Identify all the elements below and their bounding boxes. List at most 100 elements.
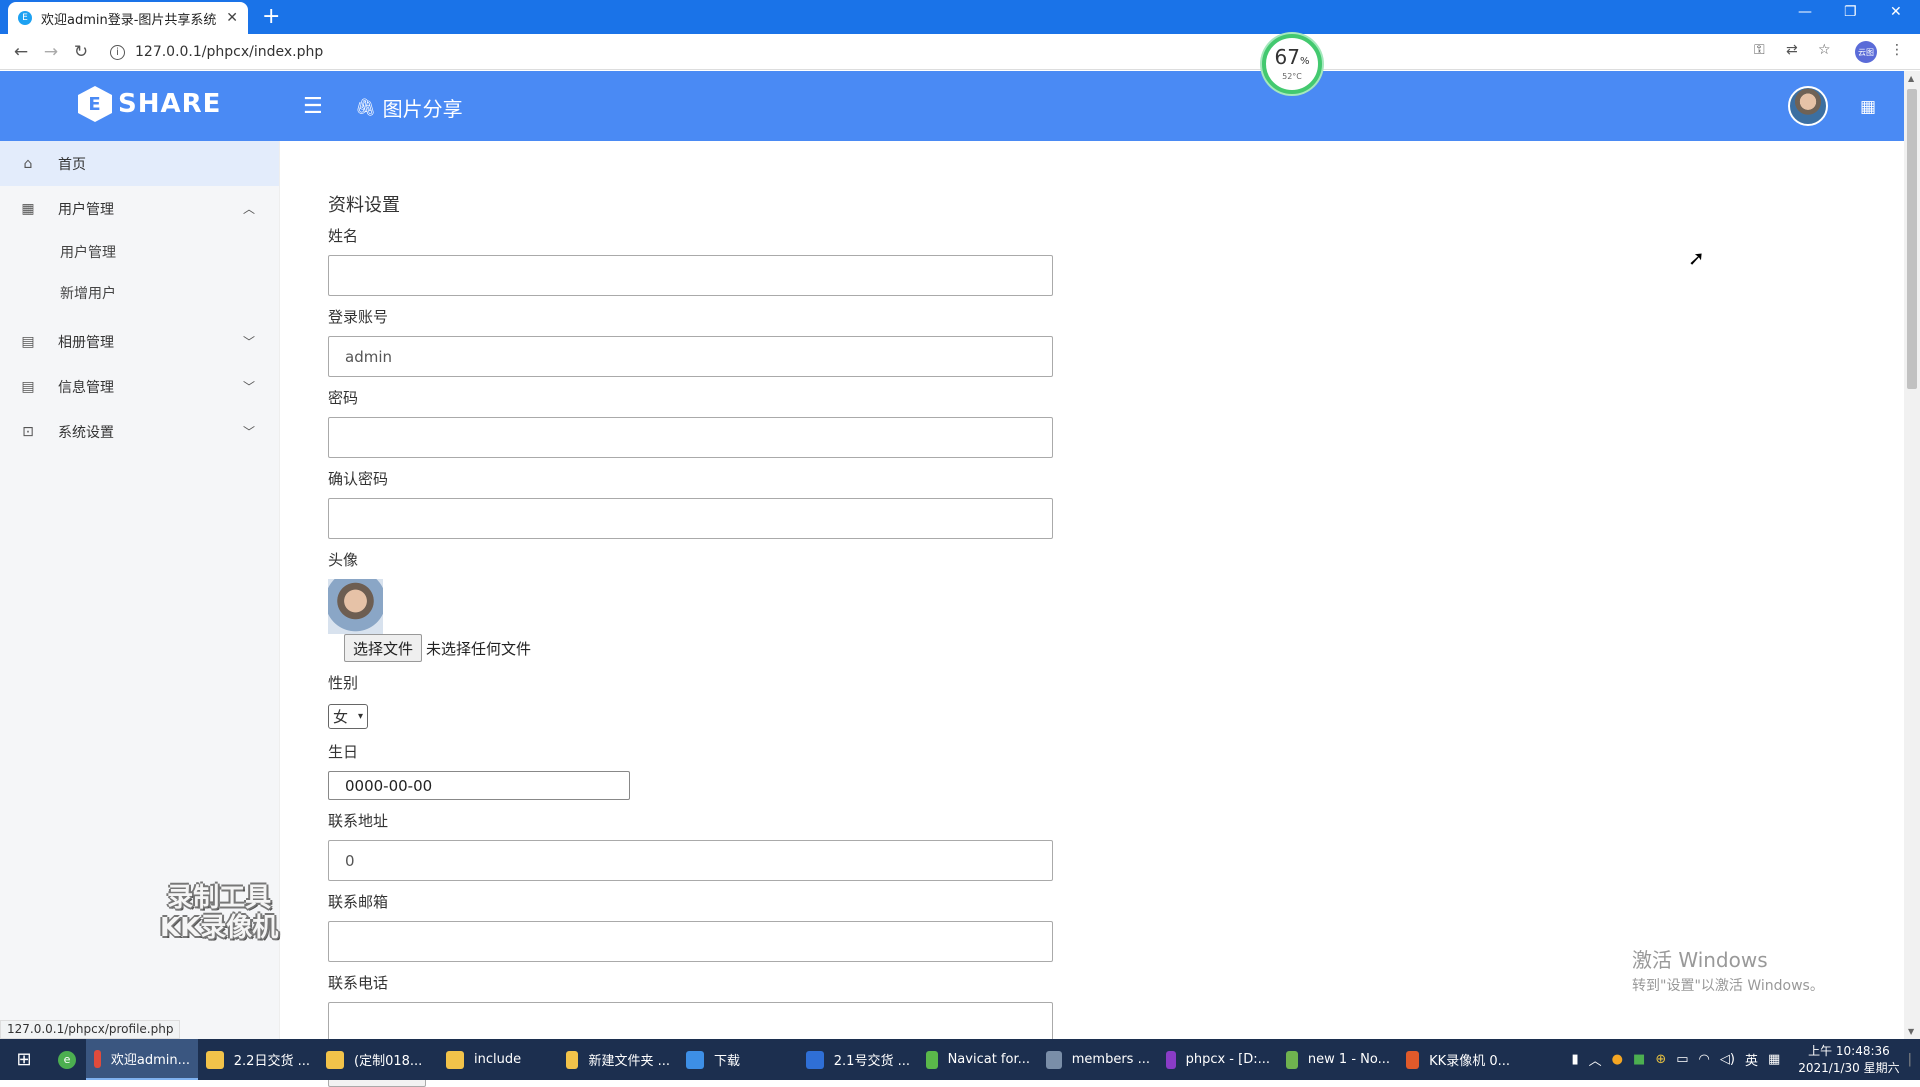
taskbar-item[interactable]: 2.2日交货 ... <box>198 1039 318 1080</box>
tray-plus-icon[interactable]: ⊕ <box>1655 1052 1666 1067</box>
bookmark-star-icon[interactable]: ☆ <box>1818 42 1831 58</box>
apps-grid-icon[interactable]: ▦ <box>1860 97 1876 117</box>
sidebar-item-label: 用户管理 <box>58 201 114 218</box>
taskbar-item-label: phpcx - [D:... <box>1185 1052 1270 1067</box>
site-info-icon[interactable]: i <box>110 44 125 60</box>
gender-select[interactable]: 女 ▾ <box>328 704 368 729</box>
scroll-up-icon[interactable]: ▲ <box>1908 74 1914 83</box>
taskbar-item[interactable]: Navicat for... <box>918 1039 1038 1080</box>
taskbar-item[interactable]: 欢迎admin... <box>86 1039 198 1080</box>
ime-indicator[interactable]: 英 <box>1745 1050 1758 1069</box>
tray-security-icon[interactable]: ■ <box>1633 1052 1645 1067</box>
wifi-icon[interactable]: ◠ <box>1699 1052 1710 1067</box>
sidebar-item-home[interactable]: ⌂ 首页 <box>0 141 279 186</box>
taskbar-item[interactable]: 2.1号交货 ... <box>798 1039 918 1080</box>
taskbar-clock[interactable]: 上午 10:48:36 2021/1/30 星期六 <box>1798 1043 1899 1077</box>
browser-profile-avatar[interactable]: 云图 <box>1855 41 1877 63</box>
sidebar-subitem-add-user[interactable]: 新增用户 <box>0 272 279 313</box>
confirm-password-field[interactable] <box>328 498 1053 539</box>
chevron-down-icon: ﹀ <box>242 425 255 439</box>
sidebar-item-label: 相册管理 <box>58 334 114 351</box>
key-icon[interactable]: ⚿ <box>1754 42 1765 58</box>
phone-field[interactable] <box>328 1002 1053 1043</box>
new-tab-icon[interactable]: + <box>262 4 280 29</box>
header-title-text: 图片分享 <box>382 97 463 121</box>
address-label: 联系地址 <box>328 812 389 830</box>
tab-close-icon[interactable]: ✕ <box>226 10 238 26</box>
app-logo[interactable]: E SHARE <box>78 86 221 122</box>
sidebar-subitem-user-list[interactable]: 用户管理 <box>0 231 279 272</box>
keyboard-icon[interactable]: ▦ <box>1768 1052 1780 1067</box>
battery-icon[interactable]: ▮ <box>1572 1052 1579 1067</box>
scroll-down-icon[interactable]: ▼ <box>1908 1027 1914 1036</box>
taskbar-item-label: (定制018... <box>354 1054 423 1069</box>
hamburger-menu-icon[interactable]: ☰ <box>303 94 323 119</box>
user-avatar[interactable] <box>1788 86 1828 126</box>
browser-tab[interactable]: E 欢迎admin登录-图片共享系统 ✕ <box>8 2 248 34</box>
tray-app-icon[interactable]: ● <box>1612 1052 1623 1067</box>
taskbar-app-icon <box>926 1050 938 1069</box>
translate-icon[interactable]: ⇄ <box>1786 42 1798 58</box>
chevron-down-icon: ▾ <box>357 711 363 722</box>
system-tray: ▮ ︿ ● ■ ⊕ ▭ ◠ ◁) 英 ▦ 上午 10:48:36 2021/1/… <box>1572 1039 1913 1080</box>
restore-icon[interactable]: ❐ <box>1844 4 1857 20</box>
mouse-cursor-icon: ➚ <box>1688 246 1705 270</box>
taskbar-item[interactable]: 新建文件夹 ... <box>558 1039 678 1080</box>
taskbar-item[interactable]: KK录像机 0... <box>1398 1039 1518 1080</box>
reload-icon[interactable]: ↻ <box>66 42 96 62</box>
scrollbar-thumb[interactable] <box>1907 89 1917 389</box>
clock-date: 2021/1/30 星期六 <box>1798 1060 1900 1075</box>
back-icon[interactable]: ← <box>6 42 36 62</box>
home-icon: ⌂ <box>23 155 33 172</box>
email-field[interactable] <box>328 921 1053 962</box>
password-field[interactable] <box>328 417 1053 458</box>
chevron-down-icon: ﹀ <box>242 335 255 349</box>
tray-expand-icon[interactable]: ︿ <box>1589 1050 1602 1069</box>
address-field[interactable] <box>328 840 1053 881</box>
activation-subtitle: 转到"设置"以激活 Windows。 <box>1632 978 1824 994</box>
tab-title: 欢迎admin登录-图片共享系统 <box>41 12 217 28</box>
taskbar-item[interactable]: new 1 - No... <box>1278 1039 1398 1080</box>
taskbar-item[interactable]: (定制018... <box>318 1039 438 1080</box>
forward-icon[interactable]: → <box>36 42 66 62</box>
volume-icon[interactable]: ◁) <box>1720 1052 1735 1067</box>
birthday-label: 生日 <box>328 743 359 761</box>
grid-icon: ▦ <box>21 200 35 217</box>
gender-label: 性别 <box>328 674 359 692</box>
taskbar-item-label: 下载 <box>714 1054 741 1069</box>
account-field[interactable] <box>328 336 1053 377</box>
url-field[interactable]: i 127.0.0.1/phpcx/index.php <box>110 38 1730 66</box>
birthday-field[interactable] <box>328 771 630 800</box>
sidebar-item-info-management[interactable]: ▤ 信息管理 ﹀ <box>0 364 279 409</box>
browser-360-icon[interactable]: e <box>48 1039 86 1080</box>
browser-menu-icon[interactable]: ⋮ <box>1890 42 1904 58</box>
sidebar-item-user-management[interactable]: ▦ 用户管理 ︿ <box>0 186 279 231</box>
taskbar-item[interactable]: phpcx - [D:... <box>1158 1039 1278 1080</box>
taskbar-item[interactable]: members ... <box>1038 1039 1158 1080</box>
cpu-temp: 52°C <box>1282 72 1302 81</box>
page-title: 资料设置 <box>328 195 400 216</box>
taskbar-item-label: include <box>474 1052 522 1067</box>
sidebar-item-system-settings[interactable]: ⊡ 系统设置 ﹀ <box>0 409 279 454</box>
show-desktop-strip[interactable]: | <box>1908 1052 1912 1067</box>
gender-value: 女 <box>333 708 349 726</box>
taskbar-app-icon <box>326 1050 344 1069</box>
terminal-icon: ⊡ <box>22 423 34 440</box>
watermark-line1: 录制工具 <box>167 883 272 913</box>
taskbar-app-icon <box>206 1050 224 1069</box>
choose-file-button[interactable]: 选择文件 <box>344 634 423 662</box>
page-scrollbar[interactable]: ▲ ▼ <box>1904 71 1920 1039</box>
window-close-icon[interactable]: ✕ <box>1890 4 1902 20</box>
taskbar-item[interactable]: include <box>438 1039 558 1080</box>
taskbar-app-icon <box>446 1050 464 1069</box>
activation-title: 激活 Windows <box>1632 948 1768 972</box>
taskbar-app-icon <box>1166 1050 1176 1069</box>
document-icon: ▤ <box>21 378 35 395</box>
logo-text: SHARE <box>118 89 222 119</box>
sidebar-item-album-management[interactable]: ▤ 相册管理 ﹀ <box>0 319 279 364</box>
name-field[interactable] <box>328 255 1053 296</box>
minimize-icon[interactable]: — <box>1798 4 1812 20</box>
tray-monitor-icon[interactable]: ▭ <box>1676 1052 1688 1067</box>
taskbar-item[interactable]: 下载 <box>678 1039 798 1080</box>
windows-start-icon[interactable]: ⊞ <box>0 1049 48 1070</box>
